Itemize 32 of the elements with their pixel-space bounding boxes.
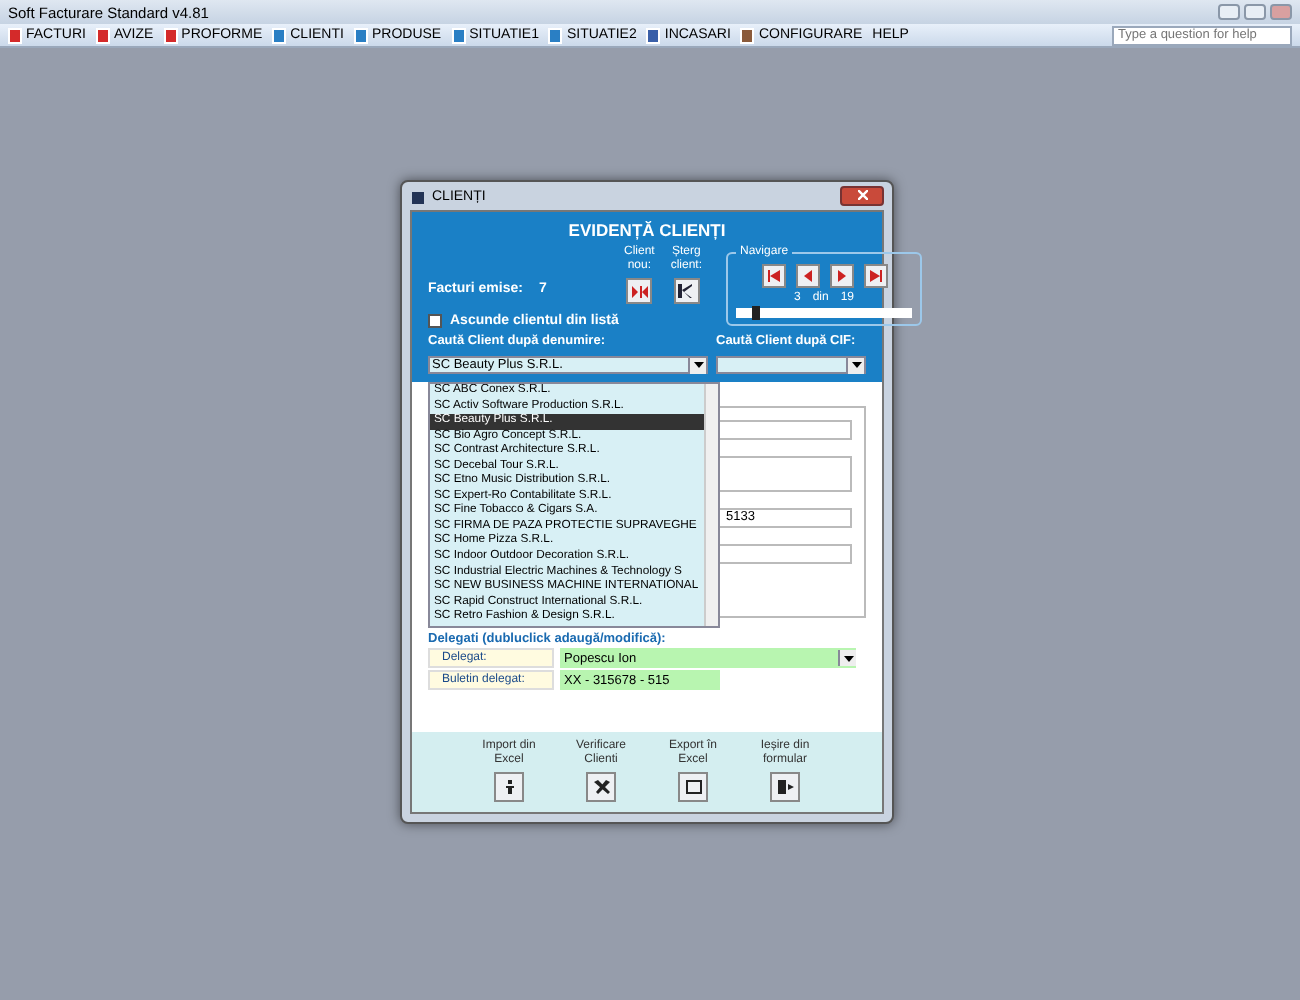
navigation-button[interactable] xyxy=(795,264,820,288)
navigation-button[interactable] xyxy=(829,264,854,288)
caret-icon xyxy=(843,655,853,661)
app-icon xyxy=(410,188,426,204)
navigation-button[interactable] xyxy=(761,264,786,288)
navigation-arrow-icon xyxy=(869,270,882,282)
footer-button[interactable] xyxy=(678,772,708,802)
close-icon xyxy=(857,189,867,199)
delete-record-icon xyxy=(678,284,695,298)
list-scrollbar[interactable] xyxy=(704,384,718,626)
door-icon xyxy=(777,780,793,794)
footer-button[interactable] xyxy=(586,772,616,802)
delete-client-button[interactable] xyxy=(673,278,700,304)
person-icon xyxy=(501,780,517,794)
hide-checkbox[interactable] xyxy=(428,314,442,328)
footer-button[interactable] xyxy=(494,772,524,802)
navigation-arrow-icon xyxy=(835,270,848,282)
maximize-button[interactable] xyxy=(1244,4,1266,20)
grid-icon xyxy=(685,780,701,794)
caret-icon xyxy=(851,362,861,368)
form-heading: EVIDENȚĂ CLIENȚI xyxy=(566,220,728,240)
minimize-button[interactable] xyxy=(1218,4,1240,20)
navigation-button[interactable] xyxy=(863,264,888,288)
navigation-arrow-icon xyxy=(801,270,814,282)
search-cif-dropdown[interactable] xyxy=(716,356,866,374)
navigation-arrow-icon xyxy=(767,270,780,282)
record-slider-thumb[interactable] xyxy=(752,306,761,320)
footer-button[interactable] xyxy=(770,772,800,802)
caret-icon xyxy=(693,362,703,368)
add-record-icon xyxy=(631,285,648,297)
close-button[interactable] xyxy=(840,186,884,206)
new-client-button[interactable] xyxy=(626,278,653,304)
